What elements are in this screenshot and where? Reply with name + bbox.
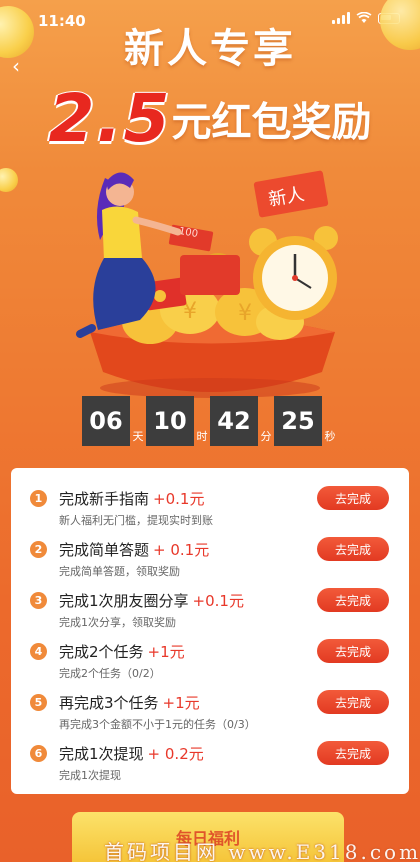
task-item-3: 3 完成1次朋友圈分享 +0.1元 完成1次分享，领取奖励 去完成 [11, 588, 409, 638]
countdown-days-unit: 天 [132, 430, 144, 443]
countdown-seconds-unit: 秒 [324, 430, 336, 443]
task-go-complete-button[interactable]: 去完成 [317, 588, 389, 612]
task-go-complete-button[interactable]: 去完成 [317, 690, 389, 714]
task-name: 完成1次朋友圈分享 [59, 592, 189, 610]
task-description: 新人福利无门槛，提现实时到账 [59, 514, 213, 527]
task-title: 再完成3个任务 +1元 [59, 692, 200, 713]
task-number-badge: 6 [30, 745, 47, 762]
task-list-card: 1 完成新手指南 +0.1元 新人福利无门槛，提现实时到账 去完成 2 完成简单答… [11, 468, 409, 794]
countdown-minutes-unit: 分 [260, 430, 272, 443]
task-reward: +1元 [147, 643, 185, 661]
task-reward: +0.1元 [153, 490, 205, 508]
task-name: 再完成3个任务 [59, 694, 159, 712]
countdown-hours: 10 [146, 396, 194, 446]
task-number-badge: 2 [30, 541, 47, 558]
task-description: 完成简单答题，领取奖励 [59, 565, 180, 578]
task-title: 完成简单答题 + 0.1元 [59, 539, 209, 560]
watermark-text: 首码项目网 www.E318.com [104, 840, 420, 862]
task-description: 再完成3个金额不小于1元的任务（0/3） [59, 718, 256, 731]
svg-text:¥: ¥ [238, 301, 252, 326]
task-number-badge: 3 [30, 592, 47, 609]
task-number-badge: 4 [30, 643, 47, 660]
reward-headline: 2.5元红包奖励 [0, 80, 420, 157]
countdown-hours-unit: 时 [196, 430, 208, 443]
task-go-complete-button[interactable]: 去完成 [317, 741, 389, 765]
reward-amount: 2.5 [48, 80, 172, 157]
new-user-tag-icon: 新人 [253, 170, 329, 218]
task-name: 完成新手指南 [59, 490, 150, 508]
task-reward: +1元 [162, 694, 200, 712]
countdown-days: 06 [82, 396, 130, 446]
task-item-1: 1 完成新手指南 +0.1元 新人福利无门槛，提现实时到账 去完成 [11, 486, 409, 536]
task-name: 完成简单答题 [59, 541, 150, 559]
task-reward: + 0.1元 [153, 541, 210, 559]
task-go-complete-button[interactable]: 去完成 [317, 639, 389, 663]
task-go-complete-button[interactable]: 去完成 [317, 486, 389, 510]
task-title: 完成1次朋友圈分享 +0.1元 [59, 590, 244, 611]
task-description: 完成1次分享，领取奖励 [59, 616, 176, 629]
task-reward: +0.1元 [192, 592, 244, 610]
task-number-badge: 5 [30, 694, 47, 711]
task-name: 完成2个任务 [59, 643, 144, 661]
task-item-6: 6 完成1次提现 + 0.2元 完成1次提现 去完成 [11, 741, 409, 791]
task-title: 完成2个任务 +1元 [59, 641, 185, 662]
page-title: 新人专享 [124, 26, 296, 72]
task-item-2: 2 完成简单答题 + 0.1元 完成简单答题，领取奖励 去完成 [11, 537, 409, 587]
reward-suffix: 元红包奖励 [171, 99, 372, 146]
task-reward: + 0.2元 [147, 745, 204, 763]
countdown-timer: 06 天 10 时 42 分 25 秒 [0, 396, 420, 446]
task-title: 完成新手指南 +0.1元 [59, 488, 204, 509]
task-item-5: 5 再完成3个任务 +1元 再完成3个金额不小于1元的任务（0/3） 去完成 [11, 690, 409, 740]
countdown-minutes: 42 [210, 396, 258, 446]
task-description: 完成2个任务（0/2） [59, 667, 161, 680]
task-title: 完成1次提现 + 0.2元 [59, 743, 204, 764]
task-number-badge: 1 [30, 490, 47, 507]
task-name: 完成1次提现 [59, 745, 144, 763]
task-go-complete-button[interactable]: 去完成 [317, 537, 389, 561]
task-item-4: 4 完成2个任务 +1元 完成2个任务（0/2） 去完成 [11, 639, 409, 689]
countdown-seconds: 25 [274, 396, 322, 446]
task-description: 完成1次提现 [59, 769, 121, 782]
hero-illustration: ¥ ¥ ¥ 100 新人 [76, 170, 338, 398]
